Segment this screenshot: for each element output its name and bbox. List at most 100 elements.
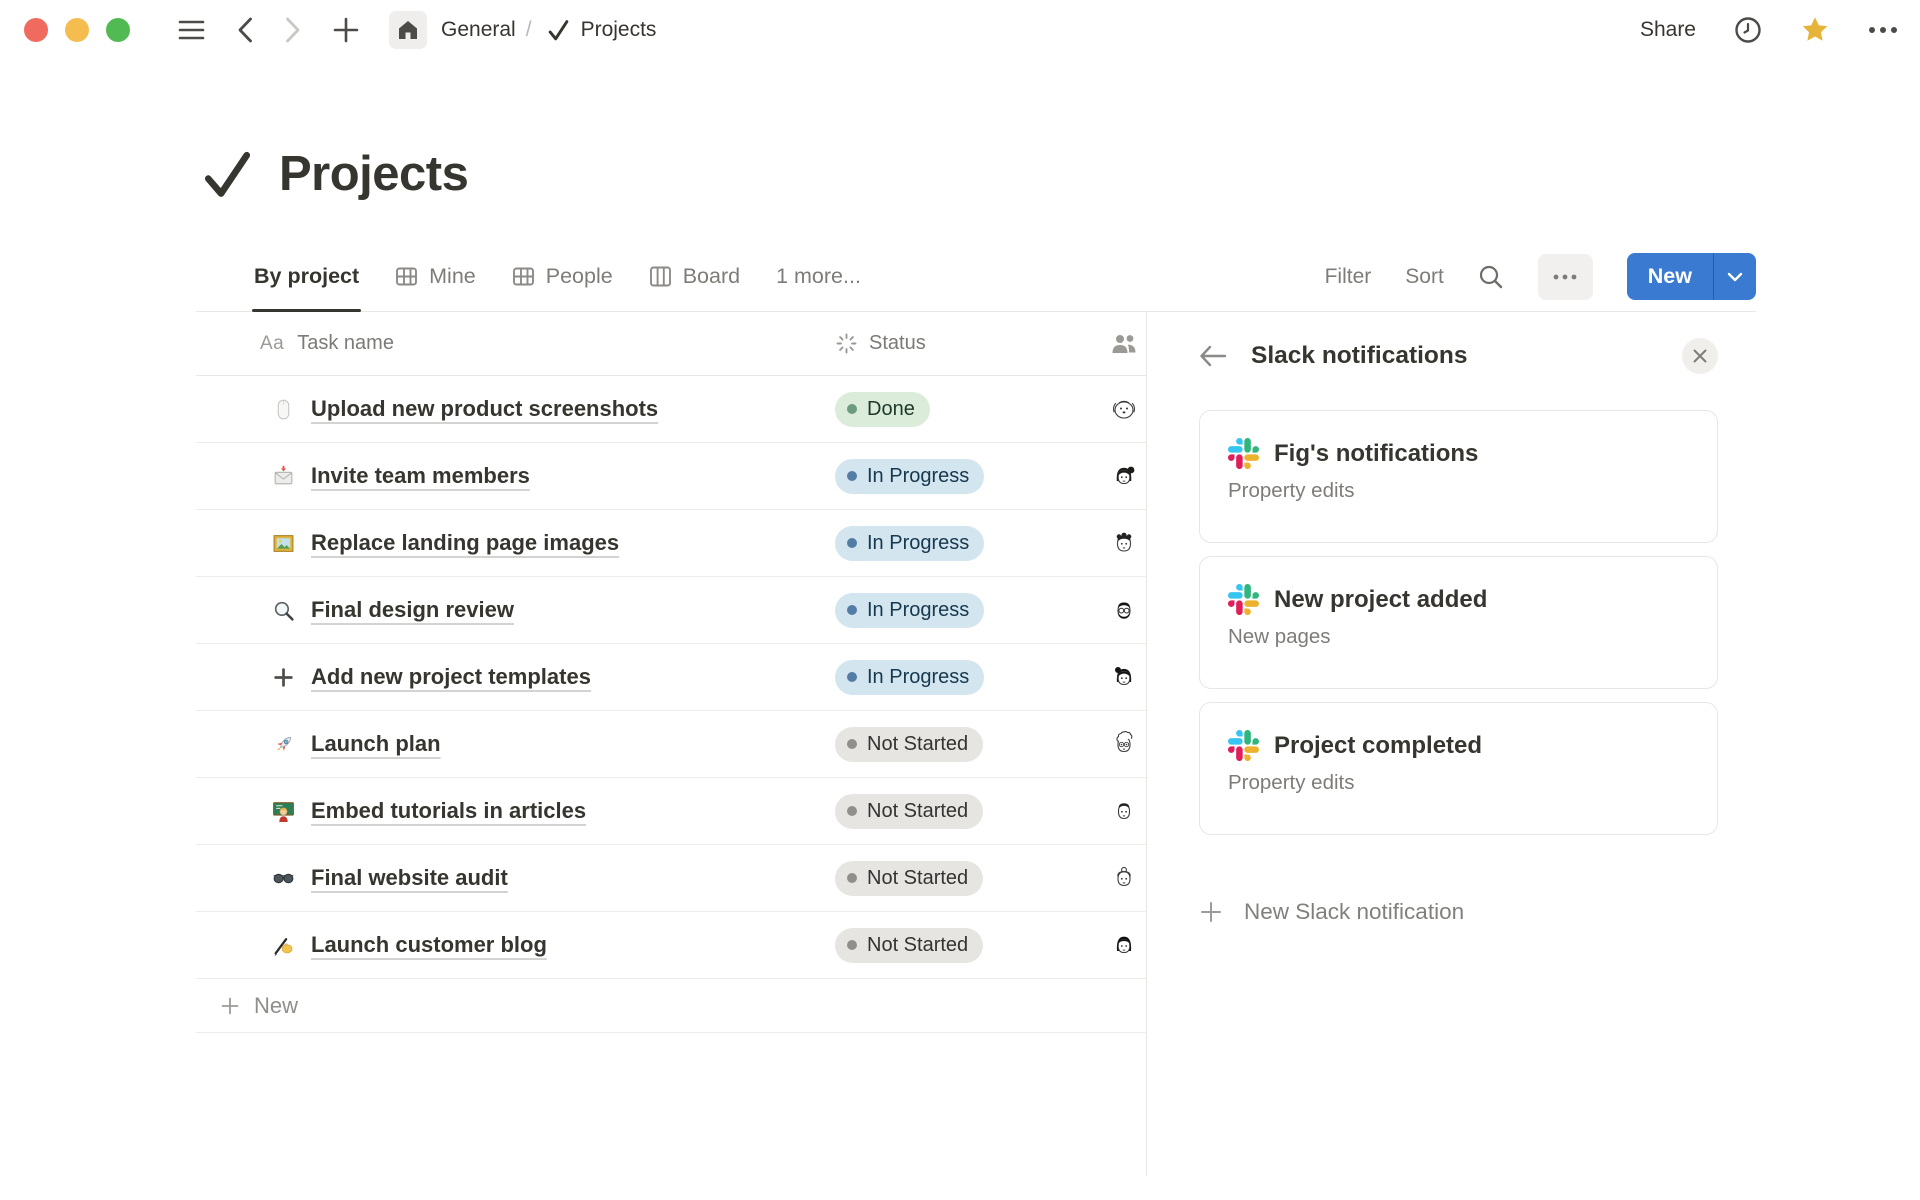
view-tabs: By project Mine People Board 1 more... xyxy=(254,242,861,311)
people-icon[interactable] xyxy=(1110,332,1138,356)
assignee-avatar xyxy=(1109,528,1139,558)
assignee-cell[interactable] xyxy=(1102,863,1146,893)
status-cell[interactable]: In Progress xyxy=(835,660,1102,695)
back-icon[interactable] xyxy=(237,17,253,43)
tab-mine[interactable]: Mine xyxy=(395,242,476,311)
assignee-cell[interactable] xyxy=(1102,729,1146,759)
table-row[interactable]: Invite team members In Progress xyxy=(196,443,1146,510)
table-row[interactable]: Add new project templates In Progress xyxy=(196,644,1146,711)
task-link[interactable]: Add new project templates xyxy=(311,664,591,690)
task-link[interactable]: Final website audit xyxy=(311,865,508,891)
sidebar-menu-icon[interactable] xyxy=(178,19,205,41)
status-badge: In Progress xyxy=(835,660,984,695)
status-cell[interactable]: In Progress xyxy=(835,459,1102,494)
table-row[interactable]: Embed tutorials in articles Not Started xyxy=(196,778,1146,845)
more-options-icon[interactable] xyxy=(1868,25,1898,35)
task-link[interactable]: Embed tutorials in articles xyxy=(311,798,586,824)
notification-subtitle: New pages xyxy=(1228,625,1689,649)
task-name-cell[interactable]: Final design review xyxy=(196,597,835,623)
add-row-button[interactable]: New xyxy=(196,979,1146,1033)
new-slack-notification-button[interactable]: New Slack notification xyxy=(1199,899,1718,925)
sort-button[interactable]: Sort xyxy=(1405,265,1444,289)
task-name-cell[interactable]: Invite team members xyxy=(196,463,835,489)
notification-title: New project added xyxy=(1274,586,1487,614)
task-link[interactable]: Replace landing page images xyxy=(311,530,619,556)
close-icon[interactable] xyxy=(1682,338,1718,374)
task-link[interactable]: Launch plan xyxy=(311,731,441,757)
assignee-cell[interactable] xyxy=(1102,595,1146,625)
status-cell[interactable]: In Progress xyxy=(835,593,1102,628)
table-row[interactable]: Upload new product screenshots Done xyxy=(196,376,1146,443)
task-link[interactable]: Upload new product screenshots xyxy=(311,396,658,422)
assignee-avatar xyxy=(1109,863,1139,893)
assignee-cell[interactable] xyxy=(1102,394,1146,424)
new-button-label[interactable]: New xyxy=(1627,253,1713,300)
slack-notifications-panel: Slack notifications Fig's notifications … xyxy=(1146,312,1756,1176)
notification-subtitle: Property edits xyxy=(1228,771,1689,795)
task-link[interactable]: Final design review xyxy=(311,597,514,623)
mouse-icon xyxy=(272,398,295,421)
assignee-cell[interactable] xyxy=(1102,796,1146,826)
column-header-status[interactable]: Status xyxy=(869,332,926,355)
breadcrumb-item-projects[interactable]: Projects xyxy=(581,18,657,42)
status-cell[interactable]: Not Started xyxy=(835,928,1102,963)
status-cell[interactable]: Not Started xyxy=(835,794,1102,829)
tab-people[interactable]: People xyxy=(512,242,613,311)
assignee-cell[interactable] xyxy=(1102,461,1146,491)
search-icon[interactable] xyxy=(1478,264,1504,290)
assignee-cell[interactable] xyxy=(1102,528,1146,558)
page-title-row: Projects xyxy=(200,146,1920,202)
table-row[interactable]: Launch customer blog Not Started xyxy=(196,912,1146,979)
assignee-cell[interactable] xyxy=(1102,930,1146,960)
filter-button[interactable]: Filter xyxy=(1325,265,1372,289)
slack-notification-card[interactable]: Project completed Property edits xyxy=(1199,702,1718,835)
task-name-cell[interactable]: Launch plan xyxy=(196,731,835,757)
favorite-star-icon[interactable] xyxy=(1800,15,1830,45)
home-icon[interactable] xyxy=(389,11,427,49)
assignee-cell[interactable] xyxy=(1102,662,1146,692)
notification-subtitle: Property edits xyxy=(1228,479,1689,503)
rocket-icon xyxy=(272,733,295,756)
tab-by-project[interactable]: By project xyxy=(254,242,359,311)
updates-clock-icon[interactable] xyxy=(1734,16,1762,44)
status-cell[interactable]: Not Started xyxy=(835,727,1102,762)
task-name-cell[interactable]: Final website audit xyxy=(196,865,835,891)
window-titlebar: General / Projects Share xyxy=(0,0,1920,60)
view-options-button[interactable] xyxy=(1538,254,1593,300)
add-row-label: New xyxy=(254,993,298,1019)
table-row[interactable]: Launch plan Not Started xyxy=(196,711,1146,778)
forward-icon[interactable] xyxy=(285,17,301,43)
task-link[interactable]: Launch customer blog xyxy=(311,932,547,958)
tab-more-views[interactable]: 1 more... xyxy=(776,242,861,311)
zoom-window-button[interactable] xyxy=(106,18,130,42)
task-name-cell[interactable]: Upload new product screenshots xyxy=(196,396,835,422)
breadcrumb-item-general[interactable]: General xyxy=(441,18,516,42)
new-button[interactable]: New xyxy=(1627,253,1756,300)
task-name-cell[interactable]: Add new project templates xyxy=(196,664,835,690)
status-cell[interactable]: Done xyxy=(835,392,1102,427)
arrow-left-icon[interactable] xyxy=(1199,345,1227,367)
table-row[interactable]: Replace landing page images In Progress xyxy=(196,510,1146,577)
new-page-plus-icon[interactable] xyxy=(333,17,359,43)
minimize-window-button[interactable] xyxy=(65,18,89,42)
share-button[interactable]: Share xyxy=(1640,18,1696,42)
assignee-avatar xyxy=(1109,461,1139,491)
assignee-avatar xyxy=(1109,729,1139,759)
task-link[interactable]: Invite team members xyxy=(311,463,530,489)
status-badge: Done xyxy=(835,392,930,427)
task-name-cell[interactable]: Launch customer blog xyxy=(196,932,835,958)
slack-notification-card[interactable]: Fig's notifications Property edits xyxy=(1199,410,1718,543)
slack-notification-card[interactable]: New project added New pages xyxy=(1199,556,1718,689)
close-window-button[interactable] xyxy=(24,18,48,42)
task-name-cell[interactable]: Replace landing page images xyxy=(196,530,835,556)
task-name-cell[interactable]: Embed tutorials in articles xyxy=(196,798,835,824)
table-row[interactable]: Final design review In Progress xyxy=(196,577,1146,644)
chevron-down-icon[interactable] xyxy=(1714,253,1756,300)
status-cell[interactable]: In Progress xyxy=(835,526,1102,561)
status-cell[interactable]: Not Started xyxy=(835,861,1102,896)
column-header-task-name[interactable]: Task name xyxy=(297,332,394,355)
status-badge: Not Started xyxy=(835,727,983,762)
table-row[interactable]: Final website audit Not Started xyxy=(196,845,1146,912)
plus-icon xyxy=(272,666,295,689)
tab-board[interactable]: Board xyxy=(649,242,740,311)
